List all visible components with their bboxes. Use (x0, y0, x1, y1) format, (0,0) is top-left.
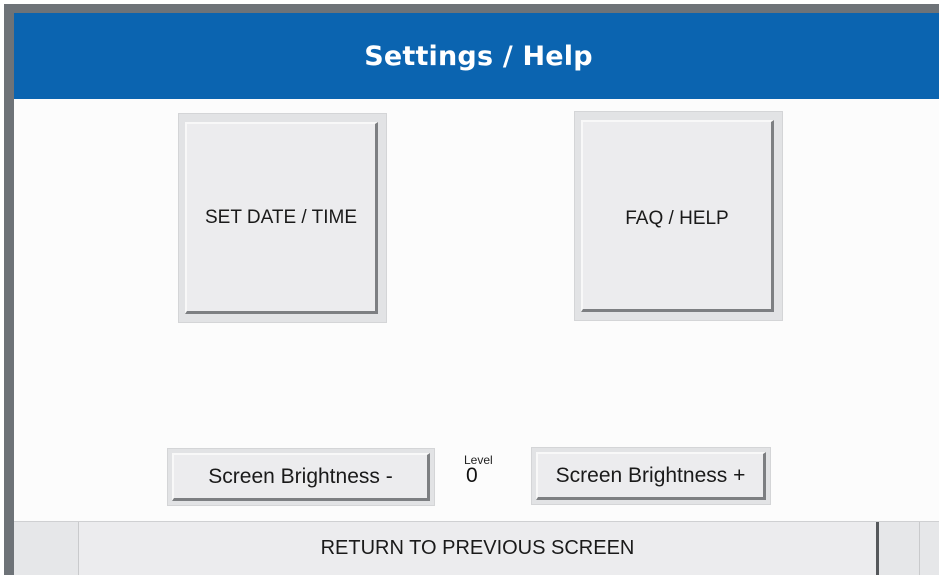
faq-help-button[interactable]: FAQ / HELP (574, 111, 783, 321)
page-title: Settings / Help (364, 40, 593, 72)
window-frame: Settings / Help SET DATE / TIME FAQ / HE… (4, 4, 939, 575)
set-date-time-label: SET DATE / TIME (204, 206, 358, 228)
brightness-down-label: Screen Brightness - (208, 464, 393, 488)
brightness-level: Level 0 (450, 447, 510, 491)
faq-help-button-face[interactable]: FAQ / HELP (581, 120, 774, 312)
set-date-time-button[interactable]: SET DATE / TIME (178, 113, 387, 323)
brightness-level-value: 0 (466, 464, 478, 487)
brightness-up-button-face[interactable]: Screen Brightness + (536, 452, 766, 500)
brightness-up-button[interactable]: Screen Brightness + (531, 447, 771, 505)
header-bar: Settings / Help (14, 13, 939, 99)
settings-panel: Settings / Help SET DATE / TIME FAQ / HE… (14, 13, 939, 575)
faq-help-label: FAQ / HELP (625, 208, 729, 229)
return-bar: RETURN TO PREVIOUS SCREEN (14, 521, 939, 575)
return-button-label: RETURN TO PREVIOUS SCREEN (320, 537, 635, 559)
brightness-up-label: Screen Brightness + (555, 463, 746, 487)
return-bar-divider (919, 522, 920, 575)
set-date-time-button-face[interactable]: SET DATE / TIME (185, 122, 378, 314)
brightness-down-button[interactable]: Screen Brightness - (167, 448, 435, 506)
brightness-down-button-face[interactable]: Screen Brightness - (172, 453, 430, 501)
return-button[interactable]: RETURN TO PREVIOUS SCREEN (78, 522, 879, 575)
